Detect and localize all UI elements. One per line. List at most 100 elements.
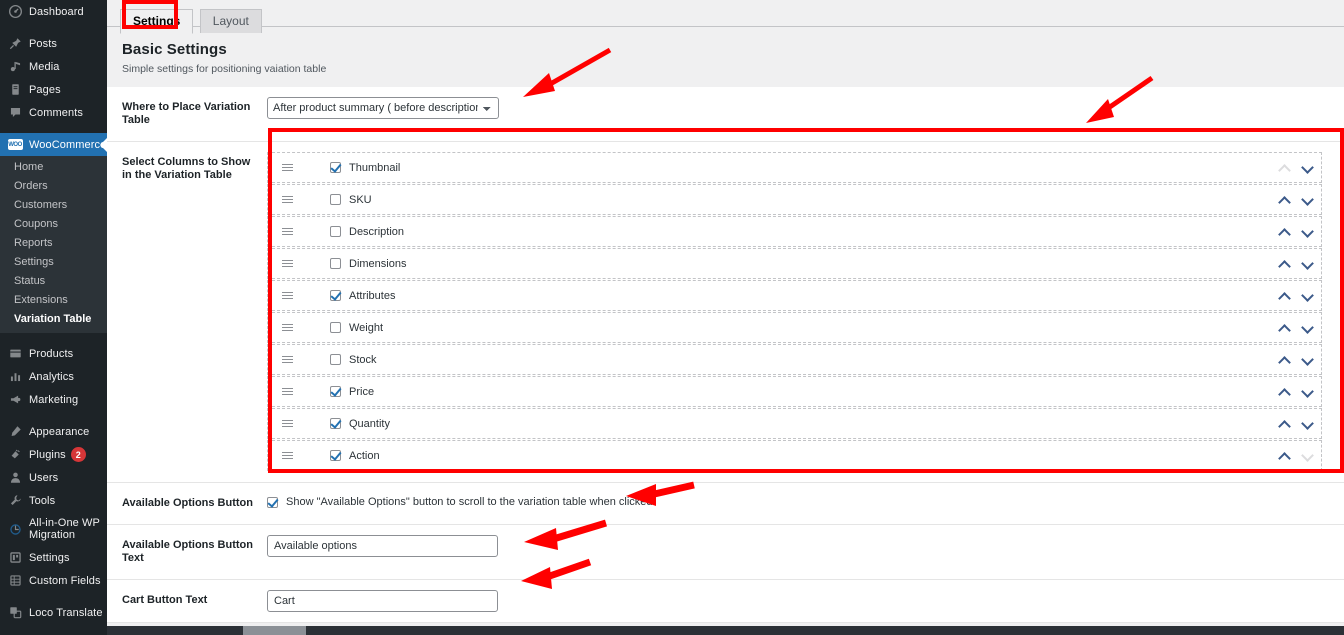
submenu-item-home[interactable]: Home bbox=[0, 158, 107, 177]
available-options-checkbox-row[interactable]: Show "Available Options" button to scrol… bbox=[267, 493, 1332, 508]
sidebar-item-products[interactable]: Products bbox=[0, 342, 107, 365]
sidebar-item-analytics[interactable]: Analytics bbox=[0, 365, 107, 388]
submenu-item-settings[interactable]: Settings bbox=[0, 253, 107, 272]
column-checkbox[interactable] bbox=[330, 450, 341, 461]
column-row[interactable]: Action bbox=[267, 440, 1322, 471]
move-up-icon[interactable] bbox=[1279, 386, 1290, 397]
horizontal-scrollbar-thumb[interactable] bbox=[243, 626, 306, 635]
columns-sortable-list[interactable]: Thumbnail SKU Description Dimensions Attribu… bbox=[267, 152, 1322, 471]
move-up-icon[interactable] bbox=[1279, 450, 1290, 461]
drag-handle-icon[interactable] bbox=[282, 196, 294, 203]
submenu-item-reports[interactable]: Reports bbox=[0, 234, 107, 253]
column-checkbox[interactable] bbox=[330, 194, 341, 205]
move-down-icon[interactable] bbox=[1302, 162, 1313, 173]
drag-handle-icon[interactable] bbox=[282, 164, 294, 171]
move-down-icon[interactable] bbox=[1302, 290, 1313, 301]
sidebar-item-custom-fields[interactable]: Custom Fields bbox=[0, 569, 107, 592]
placement-select[interactable]: After product summary ( before descripti… bbox=[267, 97, 499, 119]
cart-button-text-input[interactable] bbox=[267, 590, 498, 612]
column-order-controls bbox=[1279, 194, 1313, 205]
move-down-icon[interactable] bbox=[1302, 386, 1313, 397]
sidebar-separator bbox=[0, 411, 107, 420]
sidebar-item-plugins[interactable]: Plugins 2 bbox=[0, 443, 107, 466]
drag-handle-icon[interactable] bbox=[282, 228, 294, 235]
move-down-icon[interactable] bbox=[1302, 194, 1313, 205]
submenu-item-customers[interactable]: Customers bbox=[0, 196, 107, 215]
column-checkbox-wrap[interactable]: Stock bbox=[330, 354, 1279, 366]
submenu-item-extensions[interactable]: Extensions bbox=[0, 291, 107, 310]
submenu-item-orders[interactable]: Orders bbox=[0, 177, 107, 196]
column-row[interactable]: Attributes bbox=[267, 280, 1322, 311]
sidebar-item-label: Users bbox=[29, 471, 59, 484]
sidebar-item-label: Media bbox=[29, 60, 60, 73]
move-up-icon[interactable] bbox=[1279, 194, 1290, 205]
column-checkbox[interactable] bbox=[330, 354, 341, 365]
column-row[interactable]: Stock bbox=[267, 344, 1322, 375]
sidebar-item-settings[interactable]: Settings bbox=[0, 546, 107, 569]
column-row[interactable]: Price bbox=[267, 376, 1322, 407]
column-checkbox[interactable] bbox=[330, 162, 341, 173]
available-options-text-input[interactable] bbox=[267, 535, 498, 557]
drag-handle-icon[interactable] bbox=[282, 388, 294, 395]
tab-settings[interactable]: Settings bbox=[120, 9, 194, 34]
column-checkbox-wrap[interactable]: Description bbox=[330, 226, 1279, 238]
drag-handle-icon[interactable] bbox=[282, 356, 294, 363]
column-checkbox-wrap[interactable]: Price bbox=[330, 386, 1279, 398]
move-up-icon[interactable] bbox=[1279, 354, 1290, 365]
column-row[interactable]: Description bbox=[267, 216, 1322, 247]
move-up-icon[interactable] bbox=[1279, 322, 1290, 333]
available-options-checkbox[interactable] bbox=[267, 496, 278, 508]
plugins-icon bbox=[7, 448, 23, 461]
drag-handle-icon[interactable] bbox=[282, 260, 294, 267]
column-checkbox-wrap[interactable]: Weight bbox=[330, 322, 1279, 334]
column-checkbox-wrap[interactable]: Thumbnail bbox=[330, 162, 1279, 174]
column-checkbox[interactable] bbox=[330, 226, 341, 237]
move-up-icon[interactable] bbox=[1279, 418, 1290, 429]
submenu-item-variation-table[interactable]: Variation Table bbox=[0, 310, 107, 329]
column-checkbox-wrap[interactable]: SKU bbox=[330, 194, 1279, 206]
column-checkbox[interactable] bbox=[330, 386, 341, 397]
sidebar-item-comments[interactable]: Comments bbox=[0, 101, 107, 124]
row-columns: Select Columns to Show in the Variation … bbox=[107, 141, 1344, 483]
sidebar-item-pages[interactable]: Pages bbox=[0, 78, 107, 101]
sidebar-item-media[interactable]: Media bbox=[0, 55, 107, 78]
sidebar-item-posts[interactable]: Posts bbox=[0, 32, 107, 55]
drag-handle-icon[interactable] bbox=[282, 292, 294, 299]
column-checkbox-wrap[interactable]: Action bbox=[330, 450, 1279, 462]
move-up-icon[interactable] bbox=[1279, 258, 1290, 269]
column-checkbox[interactable] bbox=[330, 258, 341, 269]
sidebar-item-loco-translate[interactable]: Loco Translate bbox=[0, 601, 107, 624]
sidebar-item-dashboard[interactable]: Dashboard bbox=[0, 0, 107, 23]
drag-handle-icon[interactable] bbox=[282, 452, 294, 459]
column-row[interactable]: Quantity bbox=[267, 408, 1322, 439]
column-checkbox-wrap[interactable]: Quantity bbox=[330, 418, 1279, 430]
submenu-item-coupons[interactable]: Coupons bbox=[0, 215, 107, 234]
drag-handle-icon[interactable] bbox=[282, 420, 294, 427]
sidebar-item-tools[interactable]: Tools bbox=[0, 489, 107, 512]
move-up-icon[interactable] bbox=[1279, 226, 1290, 237]
sidebar-item-users[interactable]: Users bbox=[0, 466, 107, 489]
move-down-icon[interactable] bbox=[1302, 258, 1313, 269]
move-down-icon[interactable] bbox=[1302, 354, 1313, 365]
column-checkbox[interactable] bbox=[330, 290, 341, 301]
column-row[interactable]: Dimensions bbox=[267, 248, 1322, 279]
column-row[interactable]: Weight bbox=[267, 312, 1322, 343]
move-down-icon[interactable] bbox=[1302, 226, 1313, 237]
tab-layout[interactable]: Layout bbox=[199, 9, 262, 33]
move-down-icon[interactable] bbox=[1302, 322, 1313, 333]
column-checkbox[interactable] bbox=[330, 418, 341, 429]
sidebar-item-appearance[interactable]: Appearance bbox=[0, 420, 107, 443]
sidebar-item-woocommerce[interactable]: WOO WooCommerce bbox=[0, 133, 107, 156]
column-checkbox-wrap[interactable]: Dimensions bbox=[330, 258, 1279, 270]
submenu-item-status[interactable]: Status bbox=[0, 272, 107, 291]
column-row[interactable]: Thumbnail bbox=[267, 152, 1322, 183]
drag-handle-icon[interactable] bbox=[282, 324, 294, 331]
sidebar-item-all-in-one-wp-migration[interactable]: All-in-One WP Migration bbox=[0, 512, 107, 546]
sidebar-item-marketing[interactable]: Marketing bbox=[0, 388, 107, 411]
sidebar-item-label: Loco Translate bbox=[29, 606, 103, 619]
move-down-icon[interactable] bbox=[1302, 418, 1313, 429]
column-row[interactable]: SKU bbox=[267, 184, 1322, 215]
column-checkbox-wrap[interactable]: Attributes bbox=[330, 290, 1279, 302]
column-checkbox[interactable] bbox=[330, 322, 341, 333]
move-up-icon[interactable] bbox=[1279, 290, 1290, 301]
